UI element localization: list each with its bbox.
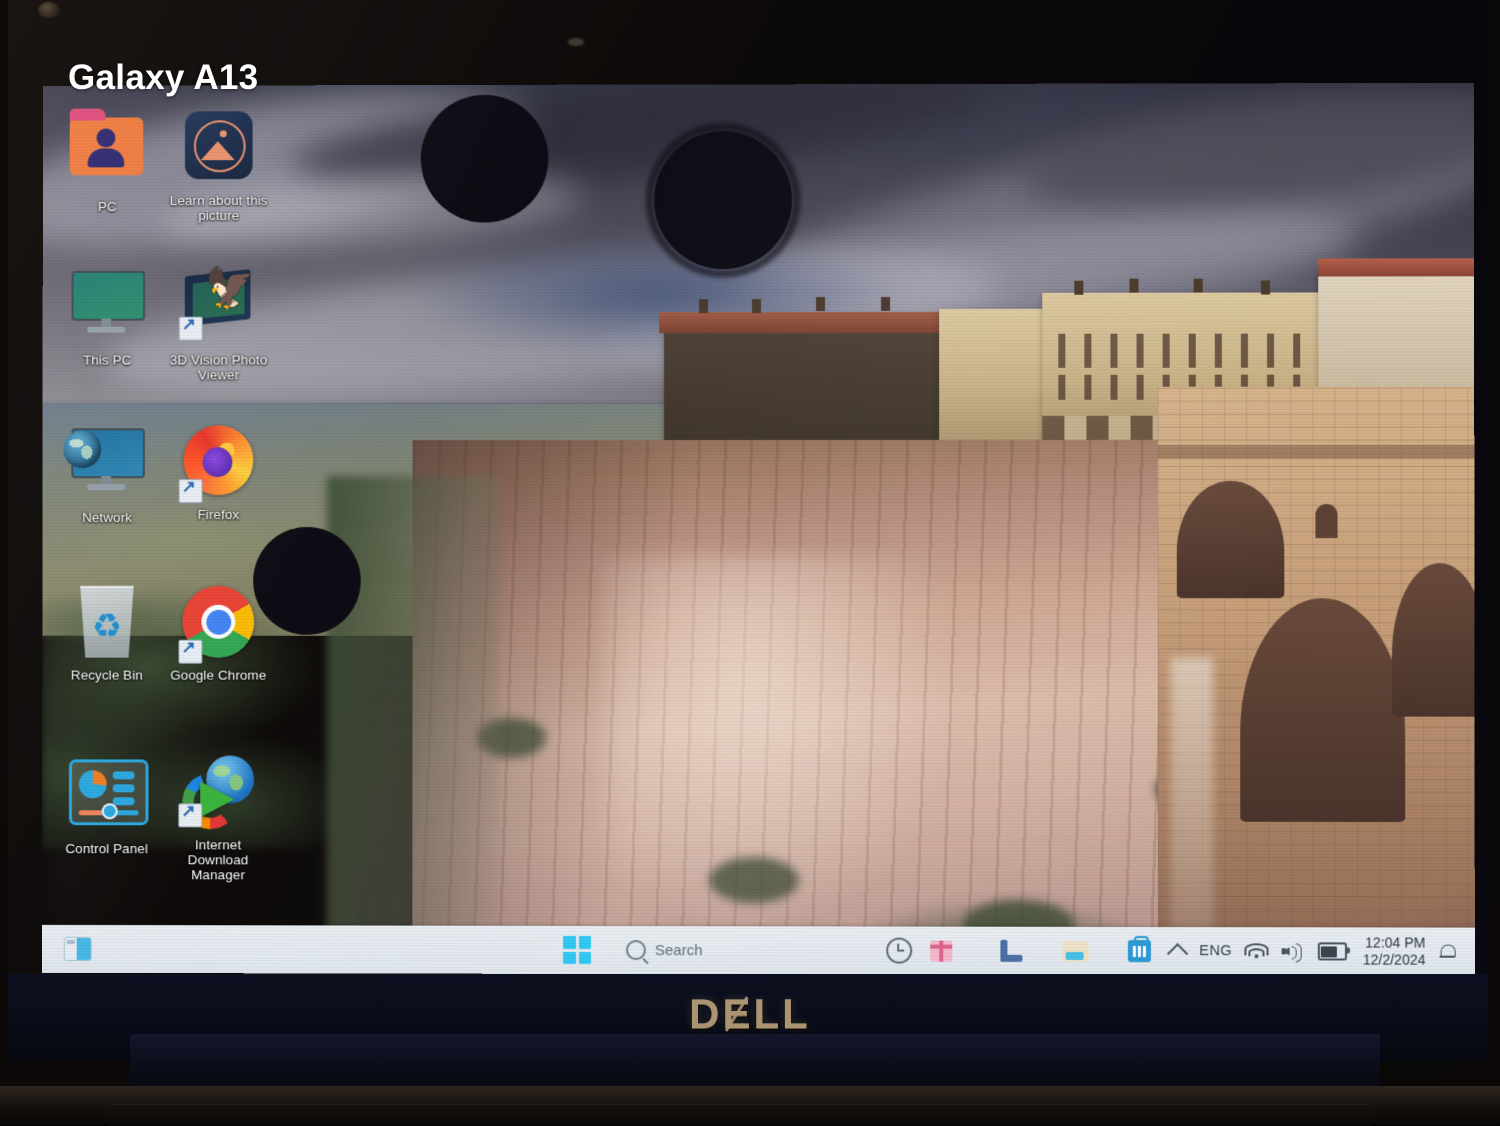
picture-info-icon: [181, 111, 257, 187]
desktop-icon-label: Control Panel: [65, 841, 148, 857]
internet-download-manager-icon: [178, 755, 256, 831]
cliff-bush: [708, 856, 800, 903]
desktop-icon-recycle-bin[interactable]: ♻ Recycle Bin: [52, 584, 161, 683]
taskbar: Search ENG 12:04 PM 12/2/2024: [41, 924, 1475, 976]
desktop-icon-label: Network: [82, 510, 133, 526]
desktop-icon-label: Internet Download Manager: [187, 837, 249, 883]
desktop-icon-this-pc[interactable]: This PC: [53, 265, 162, 368]
laptop-keyboard-strip: [110, 1104, 1370, 1126]
shortcut-arrow-icon: [178, 479, 203, 504]
volume-icon[interactable]: [1281, 942, 1303, 962]
desktop-icon-label: Learn about this picture: [169, 192, 268, 223]
windows-start-icon[interactable]: [560, 933, 594, 967]
task-view-icon[interactable]: [993, 933, 1029, 969]
bezel-speck: [568, 38, 584, 46]
desktop-icon-pc[interactable]: PC: [53, 107, 162, 214]
bezel-screw: [38, 2, 60, 18]
bell-icon[interactable]: [1440, 943, 1455, 960]
battery-icon[interactable]: [1317, 942, 1347, 961]
chimney: [751, 299, 761, 314]
computer-monitor-icon: [69, 270, 146, 347]
microsoft-store-icon[interactable]: [1121, 933, 1157, 969]
user-folder-icon: [69, 117, 146, 193]
cliff-left-vegetation: [326, 475, 499, 974]
desktop-icon-label: Google Chrome: [170, 667, 267, 683]
shortcut-arrow-icon: [178, 639, 203, 664]
google-chrome-icon: [178, 585, 256, 664]
desktop-icon-label: 3D Vision Photo Viewer: [169, 352, 268, 383]
redaction-circle-2: [655, 132, 792, 269]
desktop-icon-label: Firefox: [197, 507, 240, 523]
language-indicator[interactable]: ENG: [1199, 943, 1232, 959]
redaction-circle-3: [253, 527, 361, 635]
roof: [1318, 258, 1475, 277]
chimney: [1074, 280, 1084, 295]
dell-logo: DELL: [689, 990, 811, 1038]
town-building-left: [658, 296, 963, 450]
desktop-icon-3d-vision-photo-viewer[interactable]: 🦅 3D Vision Photo Viewer: [164, 265, 274, 383]
desktop-icon-control-panel[interactable]: Control Panel: [52, 751, 161, 856]
file-explorer-icon[interactable]: [1057, 933, 1093, 969]
roof: [658, 311, 963, 334]
laptop-photo: PC Learn about this picture This PC 🦅 ↗ …: [0, 0, 1500, 1126]
widgets-icon[interactable]: [63, 936, 92, 961]
desktop-icon-label: This PC: [83, 352, 132, 368]
desktop-icon-network[interactable]: Network: [52, 422, 161, 525]
desktop-icon-learn-about-this-picture[interactable]: Learn about this picture: [164, 107, 273, 223]
redaction-circle-1: [420, 94, 549, 223]
desktop-icon-internet-download-manager[interactable]: Internet Download Manager: [163, 751, 273, 882]
network-globe-icon: [63, 428, 145, 504]
search-icon: [625, 940, 646, 961]
shortcut-arrow-icon: [178, 803, 203, 828]
clock-alarms-icon[interactable]: [881, 933, 917, 969]
chimney: [1129, 278, 1139, 293]
laptop-screen: PC Learn about this picture This PC 🦅 ↗ …: [41, 82, 1475, 976]
laptop-hinge: [130, 1034, 1380, 1090]
clock-date: 12/2/2024: [1362, 951, 1426, 968]
search-input[interactable]: Search: [612, 933, 719, 967]
chimney: [1193, 278, 1203, 293]
chimney: [699, 299, 709, 314]
chimney: [880, 296, 890, 311]
gift-icon[interactable]: [923, 933, 959, 969]
recycle-bin-icon: ♻: [69, 586, 145, 662]
control-panel-icon: [68, 759, 149, 835]
bridge-window: [1315, 503, 1339, 539]
firefox-icon: [178, 425, 257, 504]
shortcut-arrow-icon: [178, 316, 203, 341]
desktop-icon-firefox[interactable]: Firefox: [164, 422, 274, 522]
3d-vision-photo-viewer-icon: 🦅: [178, 267, 257, 347]
wifi-icon[interactable]: [1244, 943, 1269, 959]
dell-logo-text: DELL: [689, 990, 811, 1037]
chimney: [816, 297, 826, 312]
desktop-icon-label: Recycle Bin: [70, 667, 143, 683]
clock-time: 12:04 PM: [1365, 934, 1426, 951]
clock[interactable]: 12:04 PM 12/2/2024: [1363, 934, 1426, 968]
search-placeholder: Search: [654, 941, 703, 959]
chevron-up-icon[interactable]: [1167, 942, 1189, 965]
camera-watermark: Galaxy A13: [68, 58, 259, 97]
bridge-cornice: [1157, 445, 1475, 460]
desktop-icon-label: PC: [97, 199, 117, 215]
chimney: [1260, 280, 1270, 295]
